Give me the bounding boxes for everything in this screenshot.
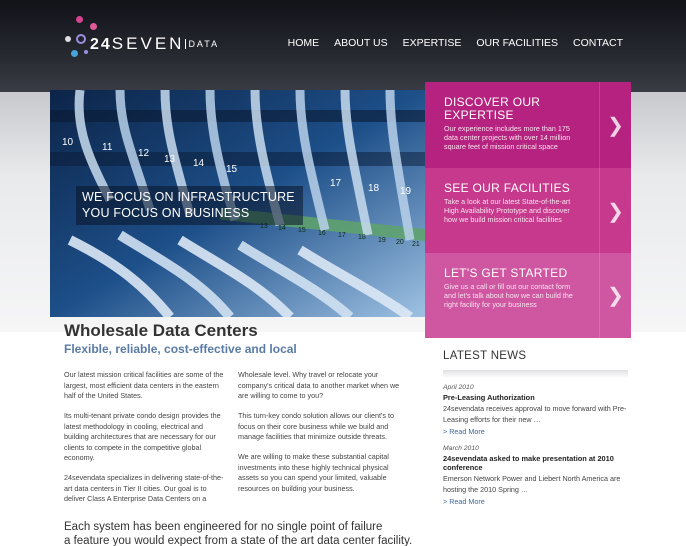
promo-text: Give us a call or fill out our contact f… xyxy=(444,282,573,309)
panel-number: 14 xyxy=(278,225,286,232)
promo-title: LET'S GET STARTED xyxy=(444,266,568,280)
promo-get-started[interactable]: LET'S GET STARTED Give us a call or fill… xyxy=(425,253,631,338)
logo-dot-icon xyxy=(76,16,83,23)
paragraph: 24sevendata specializes in delivering st… xyxy=(64,473,224,503)
panel-number: 17 xyxy=(338,232,346,239)
nav-about-us[interactable]: ABOUT US xyxy=(334,37,387,49)
paragraph: Wholesale level. Why travel or relocate … xyxy=(238,370,400,400)
logo-ring-icon xyxy=(76,34,86,44)
paragraph: Our latest mission critical facilities a… xyxy=(64,370,224,400)
promo-text: Take a look at our latest State-of-the-a… xyxy=(444,197,571,224)
port-number: 14 xyxy=(193,158,205,169)
paragraph: We are willing to make these substantial… xyxy=(238,452,389,493)
news-body: Emerson Network Power and Liebert North … xyxy=(443,474,621,494)
chevron-right-icon[interactable]: ❯ xyxy=(599,82,631,168)
port-number: 19 xyxy=(400,186,412,197)
promo-expertise[interactable]: DISCOVER OUR EXPERTISE Our experience in… xyxy=(425,82,631,168)
tagline: Each system has been engineered for no s… xyxy=(64,520,412,546)
panel-number: 18 xyxy=(358,234,366,241)
nav-home[interactable]: HOME xyxy=(288,37,320,49)
logo-dot-icon xyxy=(90,23,97,30)
logo[interactable]: 24SEVEN DATA xyxy=(62,16,242,66)
hero-caption-line: YOU FOCUS ON BUSINESS xyxy=(82,206,250,220)
logo-main: SEVEN xyxy=(111,34,185,53)
read-more-link[interactable]: > Read More xyxy=(443,427,628,436)
port-number: 18 xyxy=(368,183,380,194)
divider xyxy=(443,370,628,378)
promo-title: DISCOVER OUR EXPERTISE xyxy=(444,95,541,122)
hero-caption: WE FOCUS ON INFRASTRUCTURE YOU FOCUS ON … xyxy=(76,186,303,225)
logo-suffix: DATA xyxy=(185,39,220,49)
logo-prefix: 24 xyxy=(90,36,112,53)
hero-caption-line: WE FOCUS ON INFRASTRUCTURE xyxy=(82,190,295,204)
intro-column-left: Our latest mission critical facilities a… xyxy=(64,370,229,514)
logo-wordmark: 24SEVEN DATA xyxy=(90,34,220,54)
main-nav: HOME ABOUT US EXPERTISE OUR FACILITIES C… xyxy=(288,37,623,49)
news-heading: LATEST NEWS xyxy=(443,350,527,362)
nav-our-facilities[interactable]: OUR FACILITIES xyxy=(476,37,558,49)
news-item: April 2010 Pre-Leasing Authorization 24s… xyxy=(443,384,628,436)
latest-news: LATEST NEWS April 2010 Pre-Leasing Autho… xyxy=(443,350,628,506)
promo-facilities[interactable]: SEE OUR FACILITIES Take a look at our la… xyxy=(425,168,631,254)
news-headline[interactable]: 24sevendata asked to make presentation a… xyxy=(443,454,628,472)
read-more-link[interactable]: > Read More xyxy=(443,497,628,506)
news-date: March 2010 xyxy=(443,445,479,452)
logo-dot-icon xyxy=(71,50,78,57)
news-headline[interactable]: Pre-Leasing Authorization xyxy=(443,393,628,402)
panel-number: 20 xyxy=(396,239,404,246)
page-title: Wholesale Data Centers xyxy=(64,321,258,340)
paragraph: This turn-key condo solution allows our … xyxy=(238,411,394,441)
promo-text: Our experience includes more than 175 da… xyxy=(444,124,571,151)
tagline-line: Each system has been engineered for no s… xyxy=(64,521,383,533)
port-number: 15 xyxy=(226,164,238,175)
tagline-line: a feature you would expect from a state … xyxy=(64,535,413,546)
paragraph: Its multi-tenant private condo design pr… xyxy=(64,411,221,462)
hero-image: 10 11 12 13 14 15 17 18 19 13 14 15 16 1… xyxy=(50,90,426,317)
port-number: 17 xyxy=(330,178,342,189)
logo-dot-icon xyxy=(84,50,88,54)
port-number: 10 xyxy=(62,137,74,148)
panel-number: 21 xyxy=(412,241,420,248)
intro-column-right: Wholesale level. Why travel or relocate … xyxy=(238,370,403,504)
news-body: 24sevendata receives approval to move fo… xyxy=(443,404,627,424)
chevron-right-icon[interactable]: ❯ xyxy=(599,168,631,254)
news-date: April 2010 xyxy=(443,384,474,391)
panel-number: 15 xyxy=(298,227,306,234)
port-number: 12 xyxy=(138,148,150,159)
panel-number: 16 xyxy=(318,230,326,237)
nav-expertise[interactable]: EXPERTISE xyxy=(403,37,462,49)
chevron-right-icon[interactable]: ❯ xyxy=(599,253,631,338)
panel-number: 19 xyxy=(378,237,386,244)
news-item: March 2010 24sevendata asked to make pre… xyxy=(443,445,628,506)
promo-panel: DISCOVER OUR EXPERTISE Our experience in… xyxy=(425,82,631,338)
page-subtitle: Flexible, reliable, cost-effective and l… xyxy=(64,342,297,356)
nav-contact[interactable]: CONTACT xyxy=(573,37,623,49)
logo-dot-icon xyxy=(65,36,71,42)
site-header: 24SEVEN DATA HOME ABOUT US EXPERTISE OUR … xyxy=(0,0,686,92)
port-number: 11 xyxy=(102,142,113,153)
promo-title: SEE OUR FACILITIES xyxy=(444,181,571,195)
port-number: 13 xyxy=(164,154,176,165)
